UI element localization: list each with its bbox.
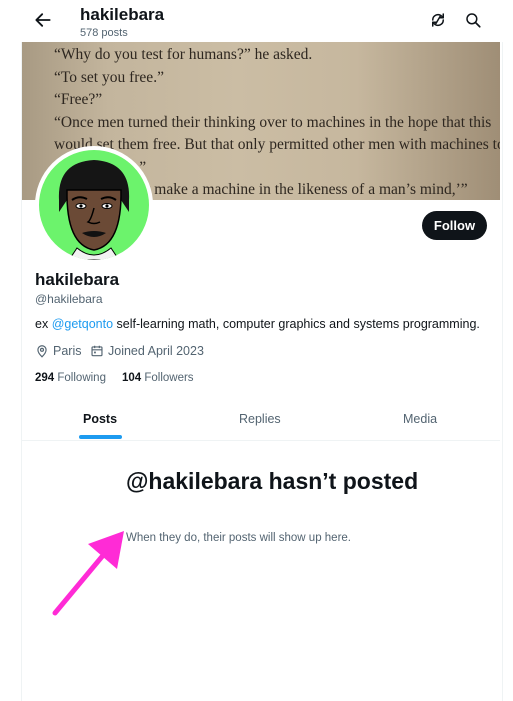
page-title: hakilebara bbox=[80, 5, 165, 24]
top-bar: hakilebara 578 posts bbox=[0, 0, 513, 42]
empty-state-title: @hakilebara hasn’t posted bbox=[126, 468, 419, 494]
tab-media[interactable]: Media bbox=[403, 412, 437, 426]
active-tab-indicator bbox=[79, 435, 122, 439]
avatar-face-icon bbox=[58, 160, 130, 260]
joined-date: Joined April 2023 bbox=[90, 344, 204, 358]
following-link[interactable]: 294 Following bbox=[35, 372, 106, 384]
tab-replies[interactable]: Replies bbox=[239, 412, 281, 426]
followers-link[interactable]: 104 Followers bbox=[122, 372, 194, 384]
location-pin-icon bbox=[37, 345, 47, 358]
annotation-arrow-icon bbox=[52, 531, 124, 616]
tab-posts[interactable]: Posts bbox=[83, 412, 117, 426]
calendar-icon bbox=[91, 345, 103, 357]
sync-icon[interactable] bbox=[429, 11, 447, 29]
search-icon[interactable] bbox=[464, 11, 482, 29]
empty-state-subtitle: When they do, their posts will show up h… bbox=[126, 532, 352, 544]
bio-mention-link[interactable]: @getqonto bbox=[52, 317, 113, 331]
follow-counts: 294 Following 104 Followers bbox=[35, 372, 194, 384]
location: Paris bbox=[35, 344, 81, 358]
post-count: 578 posts bbox=[80, 27, 128, 39]
avatar[interactable] bbox=[35, 146, 153, 264]
profile-handle: @hakilebara bbox=[35, 292, 103, 306]
location-label: Paris bbox=[53, 344, 82, 358]
follow-button[interactable]: Follow bbox=[422, 211, 487, 240]
profile-bio: ex @getqonto self-learning math, compute… bbox=[35, 317, 480, 331]
profile-name: hakilebara bbox=[35, 270, 120, 289]
back-arrow-icon[interactable] bbox=[33, 10, 53, 30]
joined-label: Joined April 2023 bbox=[108, 344, 204, 358]
tabs-divider bbox=[22, 440, 500, 441]
